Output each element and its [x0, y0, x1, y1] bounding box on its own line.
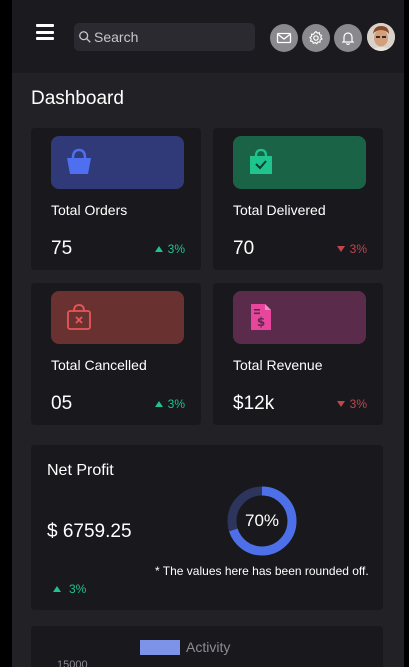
trend-value: 3%	[167, 242, 185, 256]
trend-up-icon	[154, 246, 163, 252]
net-profit-title: Net Profit	[47, 462, 114, 479]
card-total-orders[interactable]: Total Orders 75 3%	[31, 128, 201, 270]
card-label: Total Orders	[51, 202, 128, 218]
mail-button[interactable]	[270, 24, 298, 52]
rounding-note: * The values here has been rounded off.	[155, 564, 369, 578]
mail-icon	[276, 32, 292, 44]
card-icon-tile	[233, 136, 366, 189]
search-input[interactable]	[94, 29, 244, 45]
card-icon-tile: $	[233, 291, 366, 344]
invoice-dollar-icon: $	[251, 304, 271, 330]
card-total-cancelled[interactable]: Total Cancelled 05 3%	[31, 283, 201, 425]
card-value: 75	[51, 238, 73, 259]
notifications-button[interactable]	[334, 24, 362, 52]
card-value: 05	[51, 393, 73, 414]
net-profit-amount: $ 6759.25	[47, 521, 132, 542]
trend-value: 3%	[349, 397, 367, 411]
trend-indicator: 3%	[154, 397, 185, 411]
trend-indicator: 3%	[53, 582, 86, 596]
card-icon-tile	[51, 136, 184, 189]
avatar-image	[367, 23, 395, 51]
bag-check-icon	[250, 148, 272, 174]
trend-indicator: 3%	[336, 242, 367, 256]
card-label: Total Cancelled	[51, 357, 147, 373]
page-title: Dashboard	[31, 88, 124, 109]
app-frame: Dashboard Total Orders 75 3% Total Deliv…	[12, 0, 404, 667]
trend-up-icon	[154, 401, 163, 407]
legend-label[interactable]: Activity	[186, 639, 230, 655]
search-icon	[79, 31, 91, 43]
donut-percent: 70%	[244, 511, 280, 530]
y-axis-tick: 15000	[57, 659, 88, 667]
trend-down-icon	[336, 401, 345, 407]
card-label: Total Revenue	[233, 357, 323, 373]
search-box[interactable]	[74, 23, 255, 51]
gear-icon	[309, 30, 323, 45]
legend-swatch[interactable]	[140, 640, 180, 655]
trend-value: 3%	[69, 582, 87, 596]
activity-chart-card: Activity 15000	[31, 626, 383, 667]
trend-indicator: 3%	[336, 397, 367, 411]
settings-button[interactable]	[302, 24, 330, 52]
bag-x-icon	[67, 304, 91, 330]
avatar[interactable]	[367, 23, 395, 51]
trend-down-icon	[336, 246, 345, 252]
net-profit-card: Net Profit $ 6759.25 70% * The values he…	[31, 445, 383, 610]
trend-value: 3%	[349, 242, 367, 256]
card-value: 70	[233, 238, 255, 259]
trend-value: 3%	[167, 397, 185, 411]
bell-icon	[341, 32, 355, 45]
trend-indicator: 3%	[154, 242, 185, 256]
card-total-delivered[interactable]: Total Delivered 70 3%	[213, 128, 383, 270]
basket-icon	[67, 148, 91, 174]
svg-text:$: $	[257, 315, 265, 329]
menu-icon[interactable]	[36, 24, 54, 40]
trend-up-icon	[53, 586, 61, 592]
card-label: Total Delivered	[233, 202, 326, 218]
card-icon-tile	[51, 291, 184, 344]
card-value: $12k	[233, 393, 275, 414]
top-bar	[12, 0, 404, 73]
card-total-revenue[interactable]: $ Total Revenue $12k 3%	[213, 283, 383, 425]
